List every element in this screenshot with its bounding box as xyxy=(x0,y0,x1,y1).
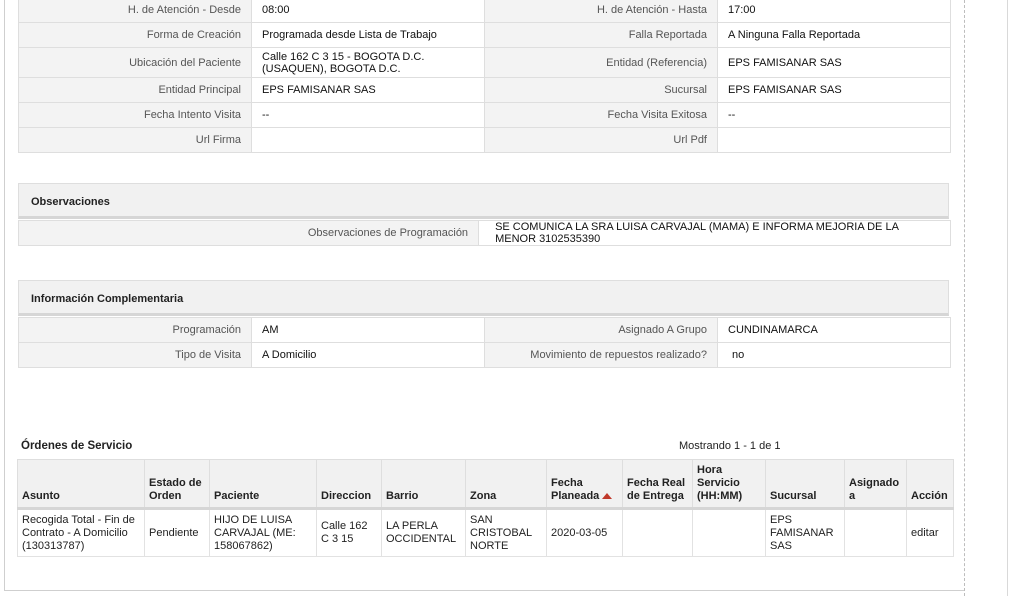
value-asignado-grupo: CUNDINAMARCA xyxy=(717,317,951,343)
col-accion: Acción xyxy=(906,459,954,510)
col-asignado[interactable]: Asignado a xyxy=(844,459,907,510)
label-ubicacion-paciente: Ubicación del Paciente xyxy=(18,47,252,78)
col-asunto[interactable]: Asunto xyxy=(17,459,145,510)
cell-fecha-planeada: 2020-03-05 xyxy=(546,508,623,557)
observaciones-table: Observaciones de Programación SE COMUNIC… xyxy=(17,220,951,246)
value-entidad-principal: EPS FAMISANAR SAS xyxy=(251,77,485,103)
cell-direccion: Calle 162 C 3 15 xyxy=(316,508,382,557)
cell-paciente: HIJO DE LUISA CARVAJAL (ME: 158067862) xyxy=(209,508,317,557)
detail-row: Ubicación del Paciente Calle 162 C 3 15 … xyxy=(18,47,951,78)
cell-barrio: LA PERLA OCCIDENTAL xyxy=(381,508,466,557)
cell-asunto: Recogida Total - Fin de Contrato - A Dom… xyxy=(17,508,145,557)
info-complementaria-table: Programación AM Asignado A Grupo CUNDINA… xyxy=(18,317,951,368)
table-row: Recogida Total - Fin de Contrato - A Dom… xyxy=(17,508,954,557)
label-url-firma: Url Firma xyxy=(18,127,252,153)
orders-header-row: Asunto Estado de Orden Paciente Direccio… xyxy=(17,459,954,510)
detail-row: Tipo de Visita A Domicilio Movimiento de… xyxy=(18,342,951,368)
cell-estado: Pendiente xyxy=(144,508,210,557)
label-observaciones-programacion: Observaciones de Programación xyxy=(17,220,480,246)
label-falla-reportada: Falla Reportada xyxy=(484,22,718,48)
value-observaciones-programacion: SE COMUNICA LA SRA LUISA CARVAJAL (MAMA)… xyxy=(478,220,951,246)
value-fecha-intento-visita: -- xyxy=(251,102,485,128)
value-programacion: AM xyxy=(251,317,485,343)
label-tipo-visita: Tipo de Visita xyxy=(18,342,252,368)
detail-row: H. de Atención - Desde 08:00 H. de Atenc… xyxy=(18,0,951,23)
value-forma-creacion: Programada desde Lista de Trabajo xyxy=(251,22,485,48)
detail-row: Fecha Intento Visita -- Fecha Visita Exi… xyxy=(18,102,951,128)
value-atencion-desde: 08:00 xyxy=(251,0,485,23)
orders-table: Asunto Estado de Orden Paciente Direccio… xyxy=(17,459,954,557)
label-sucursal: Sucursal xyxy=(484,77,718,103)
label-asignado-grupo: Asignado A Grupo xyxy=(484,317,718,343)
cell-sucursal: EPS FAMISANAR SAS xyxy=(765,508,845,557)
label-fecha-intento-visita: Fecha Intento Visita xyxy=(18,102,252,128)
cell-hora-servicio xyxy=(692,508,766,557)
cell-asignado xyxy=(844,508,907,557)
detail-row: Forma de Creación Programada desde Lista… xyxy=(18,22,951,48)
info-complementaria-header: Información Complementaria xyxy=(18,280,949,316)
label-atencion-hasta: H. de Atención - Hasta xyxy=(484,0,718,23)
label-url-pdf: Url Pdf xyxy=(484,127,718,153)
value-ubicacion-paciente: Calle 162 C 3 15 - BOGOTA D.C. (USAQUEN)… xyxy=(251,47,485,78)
value-url-firma xyxy=(251,127,485,153)
col-hora-servicio[interactable]: Hora Servicio (HH:MM) xyxy=(692,459,766,510)
detail-row: Programación AM Asignado A Grupo CUNDINA… xyxy=(18,317,951,343)
label-atencion-desde: H. de Atención - Desde xyxy=(18,0,252,23)
label-movimiento-repuestos: Movimiento de repuestos realizado? xyxy=(484,342,718,368)
col-zona[interactable]: Zona xyxy=(465,459,547,510)
value-tipo-visita: A Domicilio xyxy=(251,342,485,368)
value-movimiento-repuestos: no xyxy=(717,342,951,368)
orders-title: Órdenes de Servicio xyxy=(21,440,133,452)
page-right-border xyxy=(1007,0,1008,596)
label-entidad-referencia: Entidad (Referencia) xyxy=(484,47,718,78)
col-fecha-planeada[interactable]: Fecha Planeada xyxy=(546,459,623,510)
col-paciente[interactable]: Paciente xyxy=(209,459,317,510)
cell-fecha-real xyxy=(622,508,693,557)
cell-zona: SAN CRISTOBAL NORTE xyxy=(465,508,547,557)
col-fecha-real-entrega[interactable]: Fecha Real de Entrega xyxy=(622,459,693,510)
visit-details-table: H. de Atención - Desde 08:00 H. de Atenc… xyxy=(18,0,951,153)
orders-count: Mostrando 1 - 1 de 1 xyxy=(679,440,781,452)
edit-link[interactable]: editar xyxy=(906,508,954,557)
sort-ascending-icon xyxy=(602,493,613,500)
value-url-pdf xyxy=(717,127,951,153)
panel-left-border xyxy=(4,0,5,590)
value-fecha-visita-exitosa: -- xyxy=(717,102,951,128)
value-entidad-referencia: EPS FAMISANAR SAS xyxy=(717,47,951,78)
label-forma-creacion: Forma de Creación xyxy=(18,22,252,48)
label-entidad-principal: Entidad Principal xyxy=(18,77,252,103)
detail-row: Url Firma Url Pdf xyxy=(18,127,951,153)
detail-row: Entidad Principal EPS FAMISANAR SAS Sucu… xyxy=(18,77,951,103)
col-direccion[interactable]: Direccion xyxy=(316,459,382,510)
panel-bottom-border xyxy=(4,590,964,591)
label-fecha-visita-exitosa: Fecha Visita Exitosa xyxy=(484,102,718,128)
col-sucursal[interactable]: Sucursal xyxy=(765,459,845,510)
col-barrio[interactable]: Barrio xyxy=(381,459,466,510)
value-falla-reportada: A Ninguna Falla Reportada xyxy=(717,22,951,48)
detail-row: Observaciones de Programación SE COMUNIC… xyxy=(17,220,951,246)
col-estado-orden[interactable]: Estado de Orden xyxy=(144,459,210,510)
col-fecha-planeada-label: Fecha Planeada xyxy=(551,477,600,502)
value-atencion-hasta: 17:00 xyxy=(717,0,951,23)
value-sucursal: EPS FAMISANAR SAS xyxy=(717,77,951,103)
observaciones-header: Observaciones xyxy=(18,183,949,219)
label-programacion: Programación xyxy=(18,317,252,343)
panel-right-dashed-border xyxy=(964,0,965,596)
